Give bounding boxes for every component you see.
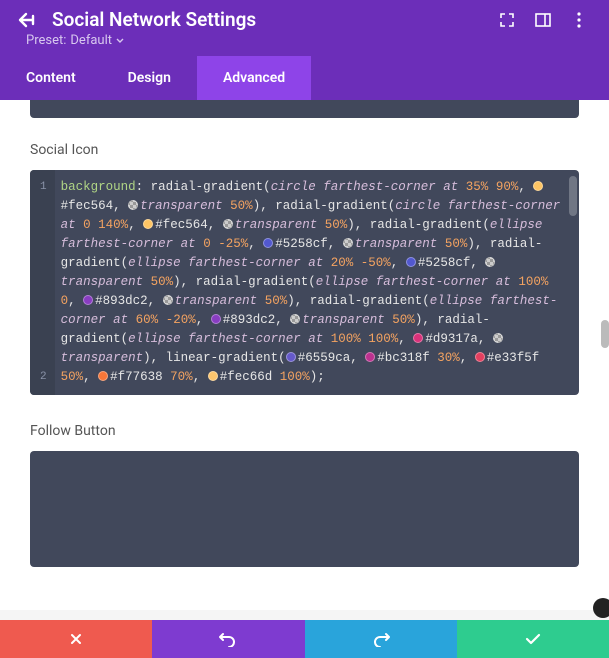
tab-design[interactable]: Design xyxy=(102,56,197,100)
tab-content[interactable]: Content xyxy=(0,56,102,100)
follow-button-code-editor[interactable] xyxy=(30,451,579,567)
social-icon-code-editor[interactable]: 1 2 background: radial-gradient(circle f… xyxy=(30,170,579,395)
header-top-row: Social Network Settings xyxy=(0,0,609,33)
color-swatch-icon xyxy=(343,238,353,248)
color-swatch-icon xyxy=(475,352,485,362)
preset-label: Preset: xyxy=(26,33,66,48)
back-button[interactable] xyxy=(18,12,38,28)
help-fab[interactable] xyxy=(593,598,609,618)
code-body[interactable]: background: radial-gradient(circle farth… xyxy=(55,170,579,395)
color-swatch-icon xyxy=(208,371,218,381)
panel-scrollbar[interactable] xyxy=(601,320,609,348)
save-button[interactable] xyxy=(457,620,609,658)
redo-button[interactable] xyxy=(305,620,457,658)
color-swatch-icon xyxy=(493,333,503,343)
color-swatch-icon xyxy=(263,238,273,248)
follow-button-label: Follow Button xyxy=(30,423,579,439)
chevron-down-icon xyxy=(116,38,124,44)
color-swatch-icon xyxy=(211,314,221,324)
content-area: Social Icon 1 2 background: radial-gradi… xyxy=(0,100,609,610)
color-swatch-icon xyxy=(533,181,543,191)
color-swatch-icon xyxy=(365,352,375,362)
color-swatch-icon xyxy=(406,257,416,267)
previous-code-block-bottom[interactable] xyxy=(30,100,579,118)
close-button[interactable] xyxy=(0,620,152,658)
expand-icon[interactable] xyxy=(499,12,515,28)
code-gutter: 1 2 xyxy=(30,170,55,395)
color-swatch-icon xyxy=(223,219,233,229)
close-icon xyxy=(70,633,82,645)
check-icon xyxy=(525,633,541,645)
editor-scrollbar[interactable] xyxy=(569,176,577,216)
panel-toggle-icon[interactable] xyxy=(535,12,551,28)
undo-button[interactable] xyxy=(152,620,304,658)
color-swatch-icon xyxy=(143,219,153,229)
color-swatch-icon xyxy=(163,295,173,305)
page-title: Social Network Settings xyxy=(52,8,499,31)
color-swatch-icon xyxy=(413,333,423,343)
bottom-action-bar xyxy=(0,620,609,658)
color-swatch-icon xyxy=(98,371,108,381)
tab-advanced[interactable]: Advanced xyxy=(197,56,311,100)
header: Social Network Settings Preset: Default … xyxy=(0,0,609,100)
color-swatch-icon xyxy=(286,352,296,362)
redo-icon xyxy=(372,631,390,647)
line-number-1: 1 xyxy=(40,178,47,197)
color-swatch-icon xyxy=(128,200,138,210)
social-icon-label: Social Icon xyxy=(30,142,579,158)
color-swatch-icon xyxy=(290,314,300,324)
color-swatch-icon xyxy=(83,295,93,305)
preset-selector[interactable]: Preset: Default xyxy=(0,33,609,56)
color-swatch-icon xyxy=(485,257,495,267)
tabs: Content Design Advanced xyxy=(0,56,609,100)
header-action-icons xyxy=(499,12,587,28)
preset-value: Default xyxy=(70,33,112,48)
kebab-menu-icon[interactable] xyxy=(571,12,587,28)
line-number-2: 2 xyxy=(40,368,47,387)
undo-icon xyxy=(219,631,237,647)
back-arrow-icon xyxy=(18,12,38,28)
